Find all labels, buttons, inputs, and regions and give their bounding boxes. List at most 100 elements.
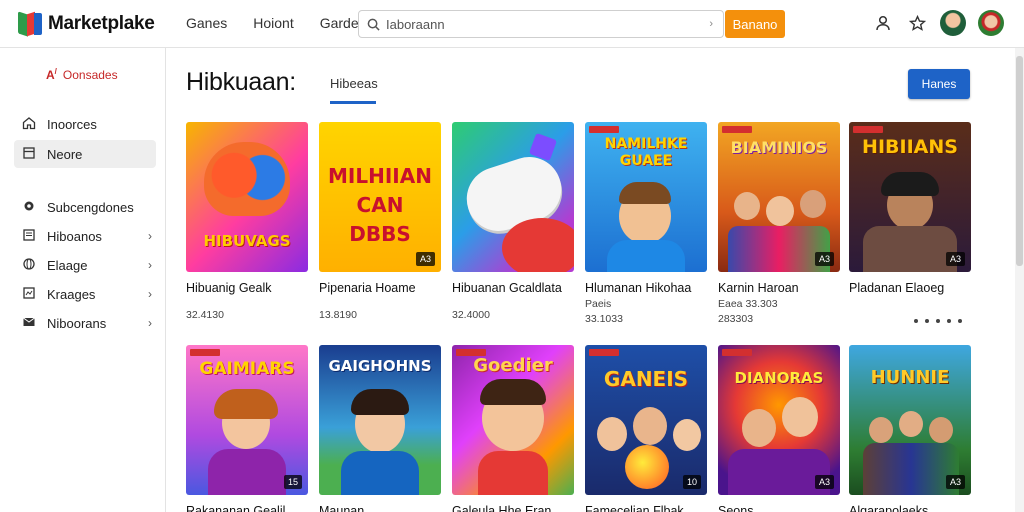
game-thumbnail[interactable]: GANEIS 10	[585, 345, 707, 495]
user-icon[interactable]	[872, 12, 894, 34]
product-name[interactable]: Pladanan Elaoeg	[849, 281, 971, 295]
product-card[interactable]: DIANORAS A3 Seons	[718, 345, 840, 512]
top-nav: Ganes Hoiont Garde	[186, 15, 359, 31]
thumbnail-title: GANEIS	[603, 367, 689, 391]
product-price: 32.4000	[452, 309, 490, 321]
primary-action-button[interactable]: Hanes	[908, 69, 970, 99]
product-card[interactable]: MILHIIAN CAN DBBS A3 Pipenaria Hoame 13.…	[319, 122, 441, 321]
sidebar-item-label: Elaage	[47, 257, 88, 273]
product-card[interactable]: HIBUVAGS Hibuanig Gealk 32.4130	[186, 122, 308, 321]
game-thumbnail[interactable]: HIBUVAGS	[186, 122, 308, 272]
product-card[interactable]: HUNNIE A3 Algarapolaeks	[849, 345, 971, 512]
product-card[interactable]: Hibuanan Gcaldlata 32.4000	[452, 122, 574, 321]
game-thumbnail[interactable]: BIAMINIOS A3	[718, 122, 840, 272]
thumbnail-title: GAIMIARS	[199, 359, 295, 379]
search-icon	[367, 18, 380, 31]
star-icon[interactable]	[906, 12, 928, 34]
search-input[interactable]	[386, 16, 710, 32]
product-name[interactable]: Maunan	[319, 504, 441, 512]
product-name[interactable]: Hlumanan Hikohaa	[585, 281, 707, 295]
product-card[interactable]: NAMILHKE GUAEE Hlumanan Hikohaa Paeis 33…	[585, 122, 707, 325]
thumbnail-title: HIBIIANS	[862, 136, 958, 158]
product-price: 32.4130	[186, 309, 224, 321]
game-thumbnail[interactable]: GAIMIARS 15	[186, 345, 308, 495]
gear-icon	[21, 199, 37, 216]
product-card[interactable]: GAIGHOHNS Maunan	[319, 345, 441, 512]
sidebar-item-label: Kraages	[47, 286, 96, 302]
new-tag	[853, 126, 883, 133]
scrollbar-thumb[interactable]	[1016, 56, 1023, 266]
carousel-dots[interactable]	[914, 319, 962, 323]
search-box: ›	[358, 10, 724, 38]
chevron-right-icon: ›	[148, 258, 152, 272]
chevron-right-icon: ›	[148, 229, 152, 243]
product-name[interactable]: Famecelian Flbak	[585, 504, 707, 512]
thumbnail-badge: A3	[945, 252, 965, 266]
sidebar-item-label: Niboorans	[47, 315, 107, 331]
sidebar-item-neore[interactable]: Neore	[14, 140, 156, 168]
product-name[interactable]: Pipenaria Hoame	[319, 281, 441, 295]
sidebar-item-inoorces[interactable]: Inoorces	[14, 110, 156, 138]
a-icon: A/	[46, 67, 57, 82]
game-thumbnail[interactable]: HIBIIANS A3	[849, 122, 971, 272]
sidebar-item-subcengdones[interactable]: Subcengdones	[14, 193, 156, 221]
sidebar-item-label: Inoorces	[47, 116, 97, 132]
sidebar-item-kraages[interactable]: Kraages ›	[14, 280, 156, 308]
nav-item-hoiont[interactable]: Hoiont	[253, 15, 293, 31]
game-thumbnail[interactable]: HUNNIE A3	[849, 345, 971, 495]
store-icon	[21, 146, 37, 163]
product-card[interactable]: GAIMIARS 15 Rakananan Gealil	[186, 345, 308, 512]
product-name[interactable]: Hibuanig Gealk	[186, 281, 308, 295]
nav-item-garde[interactable]: Garde	[320, 15, 359, 31]
chevron-right-icon[interactable]: ›	[709, 18, 713, 30]
thumbnail-title: GAIGHOHNS	[328, 357, 432, 375]
sidebar-top-label: Oonsades	[62, 67, 118, 82]
product-name[interactable]: Hibuanan Gcaldlata	[452, 281, 574, 295]
sidebar-item-label: Hiboanos	[47, 228, 102, 244]
sidebar-item-hiboanos[interactable]: Hiboanos ›	[14, 222, 156, 250]
app-title: Marketplake	[48, 13, 155, 34]
game-thumbnail[interactable]: DIANORAS A3	[718, 345, 840, 495]
new-tag	[589, 349, 619, 356]
thumbnail-title: HIBUVAGS	[203, 232, 291, 250]
thumbnail-badge: 10	[682, 475, 701, 489]
product-name[interactable]: Rakananan Gealil	[186, 504, 308, 512]
top-bar: Marketplake Ganes Hoiont Garde › Banano	[0, 0, 1024, 48]
thumbnail-title: NAMILHKE GUAEE	[604, 136, 688, 169]
product-card[interactable]: BIAMINIOS A3 Karnin Haroan Eaea 33.303 2…	[718, 122, 840, 325]
app-logo[interactable]: Marketplake	[18, 11, 155, 37]
nav-item-games[interactable]: Ganes	[186, 15, 227, 31]
product-name[interactable]: Seons	[718, 504, 840, 512]
game-thumbnail[interactable]: NAMILHKE GUAEE	[585, 122, 707, 272]
mail-icon	[21, 315, 37, 332]
new-tag	[190, 349, 220, 356]
sidebar-top-link[interactable]: A/ Oonsades	[46, 67, 118, 82]
game-thumbnail[interactable]: Goedier	[452, 345, 574, 495]
list-icon	[21, 228, 37, 245]
thumbnail-badge: 15	[283, 475, 302, 489]
search-button[interactable]: Banano	[725, 10, 785, 38]
product-card[interactable]: Goedier Galeula Hhe Eran	[452, 345, 574, 512]
chevron-right-icon: ›	[148, 316, 152, 330]
thumbnail-badge: A3	[814, 252, 834, 266]
product-card[interactable]: HIBIIANS A3 Pladanan Elaoeg	[849, 122, 971, 295]
product-price: 283303	[718, 313, 754, 325]
product-price: 13.8190	[319, 309, 357, 321]
new-tag	[589, 126, 619, 133]
product-name[interactable]: Algarapolaeks	[849, 504, 971, 512]
page-title: Hibkuaan:	[186, 68, 296, 96]
product-name[interactable]: Galeula Hhe Eran	[452, 504, 574, 512]
game-thumbnail[interactable]	[452, 122, 574, 272]
game-thumbnail[interactable]: MILHIIAN CAN DBBS A3	[319, 122, 441, 272]
game-thumbnail[interactable]: GAIGHOHNS	[319, 345, 441, 495]
product-name[interactable]: Karnin Haroan	[718, 281, 840, 295]
product-subtitle: Eaea 33.303	[718, 298, 778, 310]
new-tag	[722, 349, 752, 356]
avatar-secondary[interactable]	[978, 10, 1004, 36]
avatar[interactable]	[940, 10, 966, 36]
sidebar-item-elaage[interactable]: Elaage ›	[14, 251, 156, 279]
sidebar-item-niboorans[interactable]: Niboorans ›	[14, 309, 156, 337]
product-card[interactable]: GANEIS 10 Famecelian Flbak	[585, 345, 707, 512]
thumbnail-badge: A3	[945, 475, 965, 489]
tab-active-indicator	[330, 101, 376, 104]
